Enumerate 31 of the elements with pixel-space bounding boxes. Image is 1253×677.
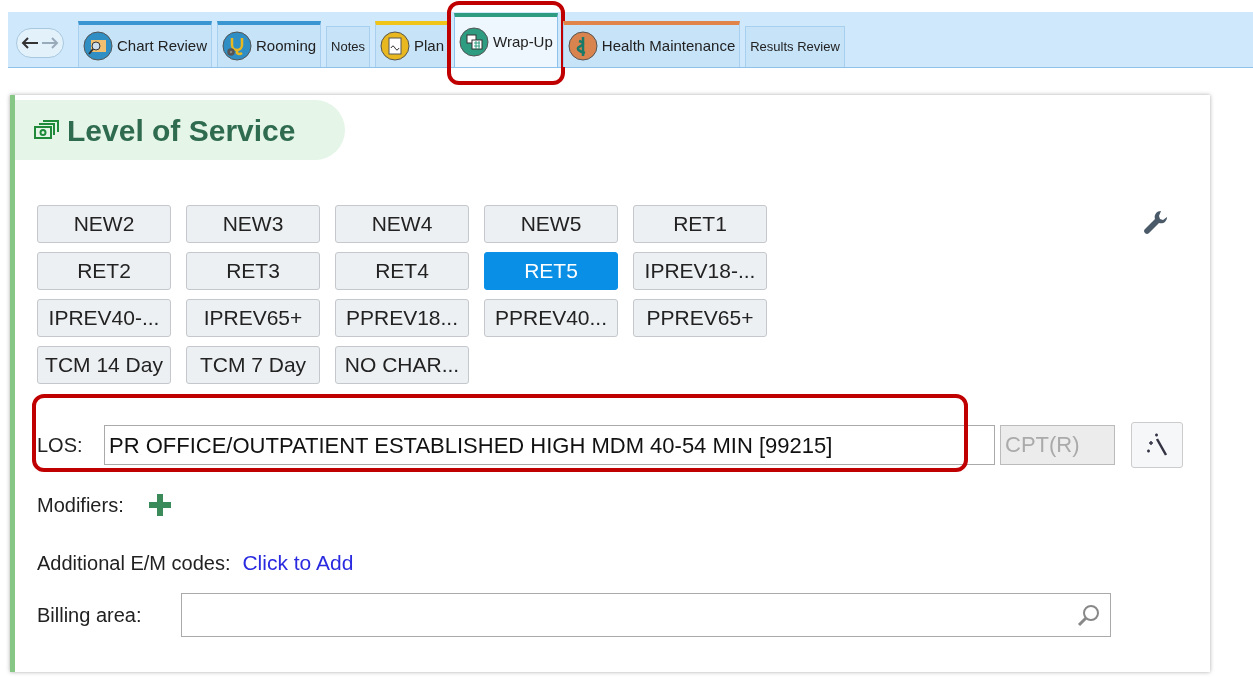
level-button[interactable]: IPREV18-...: [633, 252, 767, 290]
level-button[interactable]: NO CHAR...: [335, 346, 469, 384]
level-button[interactable]: NEW4: [335, 205, 469, 243]
level-button[interactable]: NEW2: [37, 205, 171, 243]
level-button[interactable]: TCM 7 Day: [186, 346, 320, 384]
level-button[interactable]: PPREV40...: [484, 299, 618, 337]
tab[interactable]: Chart Review: [78, 21, 213, 67]
section-title: Level of Service: [67, 112, 296, 149]
tab[interactable]: Health Maintenance: [562, 21, 741, 67]
billing-area-label: Billing area:: [37, 602, 143, 628]
level-button[interactable]: PPREV18...: [335, 299, 469, 337]
tab[interactable]: Wrap-Up: [454, 13, 558, 67]
additional-codes-label: Additional E/M codes:: [37, 550, 231, 576]
tab[interactable]: Plan: [375, 21, 450, 67]
level-button[interactable]: TCM 14 Day: [37, 346, 171, 384]
level-button[interactable]: IPREV40-...: [37, 299, 171, 337]
level-button[interactable]: RET4: [335, 252, 469, 290]
tab[interactable]: Rooming: [217, 21, 322, 67]
level-button[interactable]: NEW5: [484, 205, 618, 243]
los-field[interactable]: PR OFFICE/OUTPATIENT ESTABLISHED HIGH MDM 40-54 MIN [99215]: [104, 425, 995, 465]
tab[interactable]: Results Review: [745, 26, 845, 67]
tab[interactable]: Notes: [326, 26, 371, 67]
click-to-add-link[interactable]: Click to Add: [242, 547, 354, 579]
modifiers-label: Modifiers:: [37, 493, 124, 518]
level-button[interactable]: RET3: [186, 252, 320, 290]
level-button[interactable]: RET1: [633, 205, 767, 243]
level-button[interactable]: IPREV65+: [186, 299, 320, 337]
los-label: LOS:: [37, 433, 84, 458]
level-button[interactable]: NEW3: [186, 205, 320, 243]
level-button[interactable]: PPREV65+: [633, 299, 767, 337]
level-button[interactable]: RET2: [37, 252, 171, 290]
